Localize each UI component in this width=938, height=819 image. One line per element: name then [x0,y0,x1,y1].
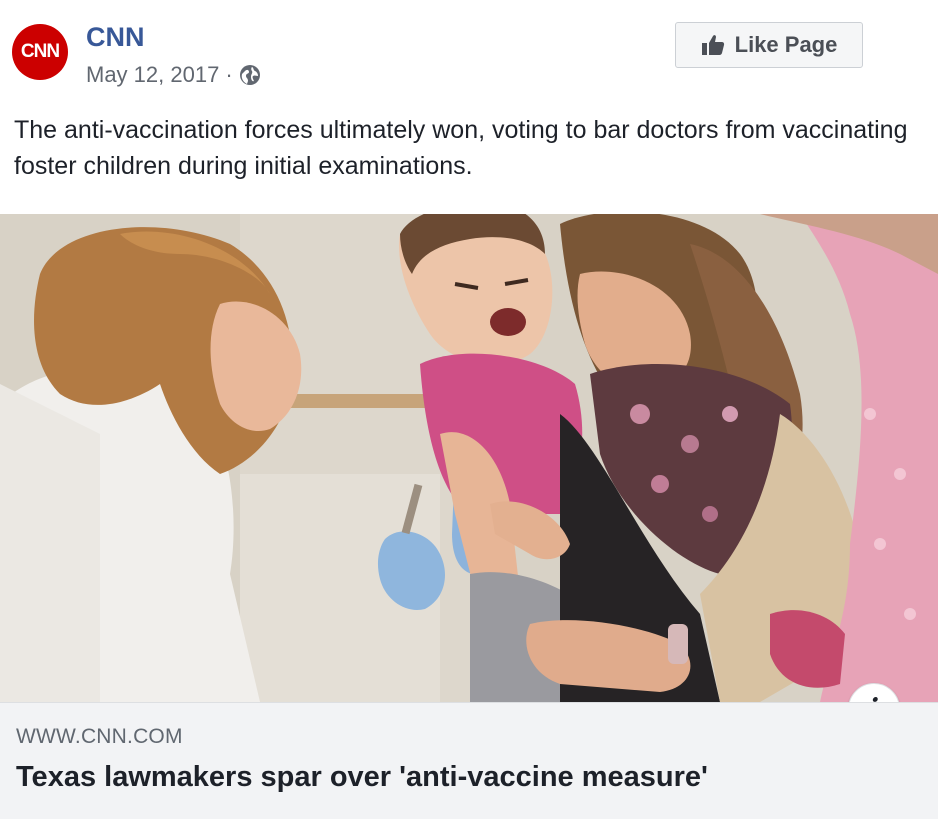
link-domain: WWW.CNN.COM [16,725,183,748]
like-page-button[interactable]: Like Page [675,22,863,68]
avatar-logo-text: CNN [20,41,60,62]
facebook-post: CNN CNN May 12, 2017 · Like Page The ant… [0,0,938,819]
page-avatar[interactable]: CNN [12,24,68,80]
link-headline[interactable]: Texas lawmakers spar over 'anti-vaccine … [16,761,916,794]
post-meta: May 12, 2017 · [86,62,261,88]
page-name-link[interactable]: CNN [86,22,145,53]
link-preview[interactable]: WWW.CNN.COM Texas lawmakers spar over 'a… [0,702,938,819]
globe-icon[interactable] [239,64,261,86]
post-date[interactable]: May 12, 2017 [86,62,219,88]
post-caption: The anti-vaccination forces ultimately w… [14,116,908,180]
meta-separator: · [225,62,233,87]
like-page-label: Like Page [734,32,838,57]
article-photo[interactable] [0,214,938,702]
thumbs-up-icon [701,33,725,57]
vaccination-photo [0,214,938,702]
